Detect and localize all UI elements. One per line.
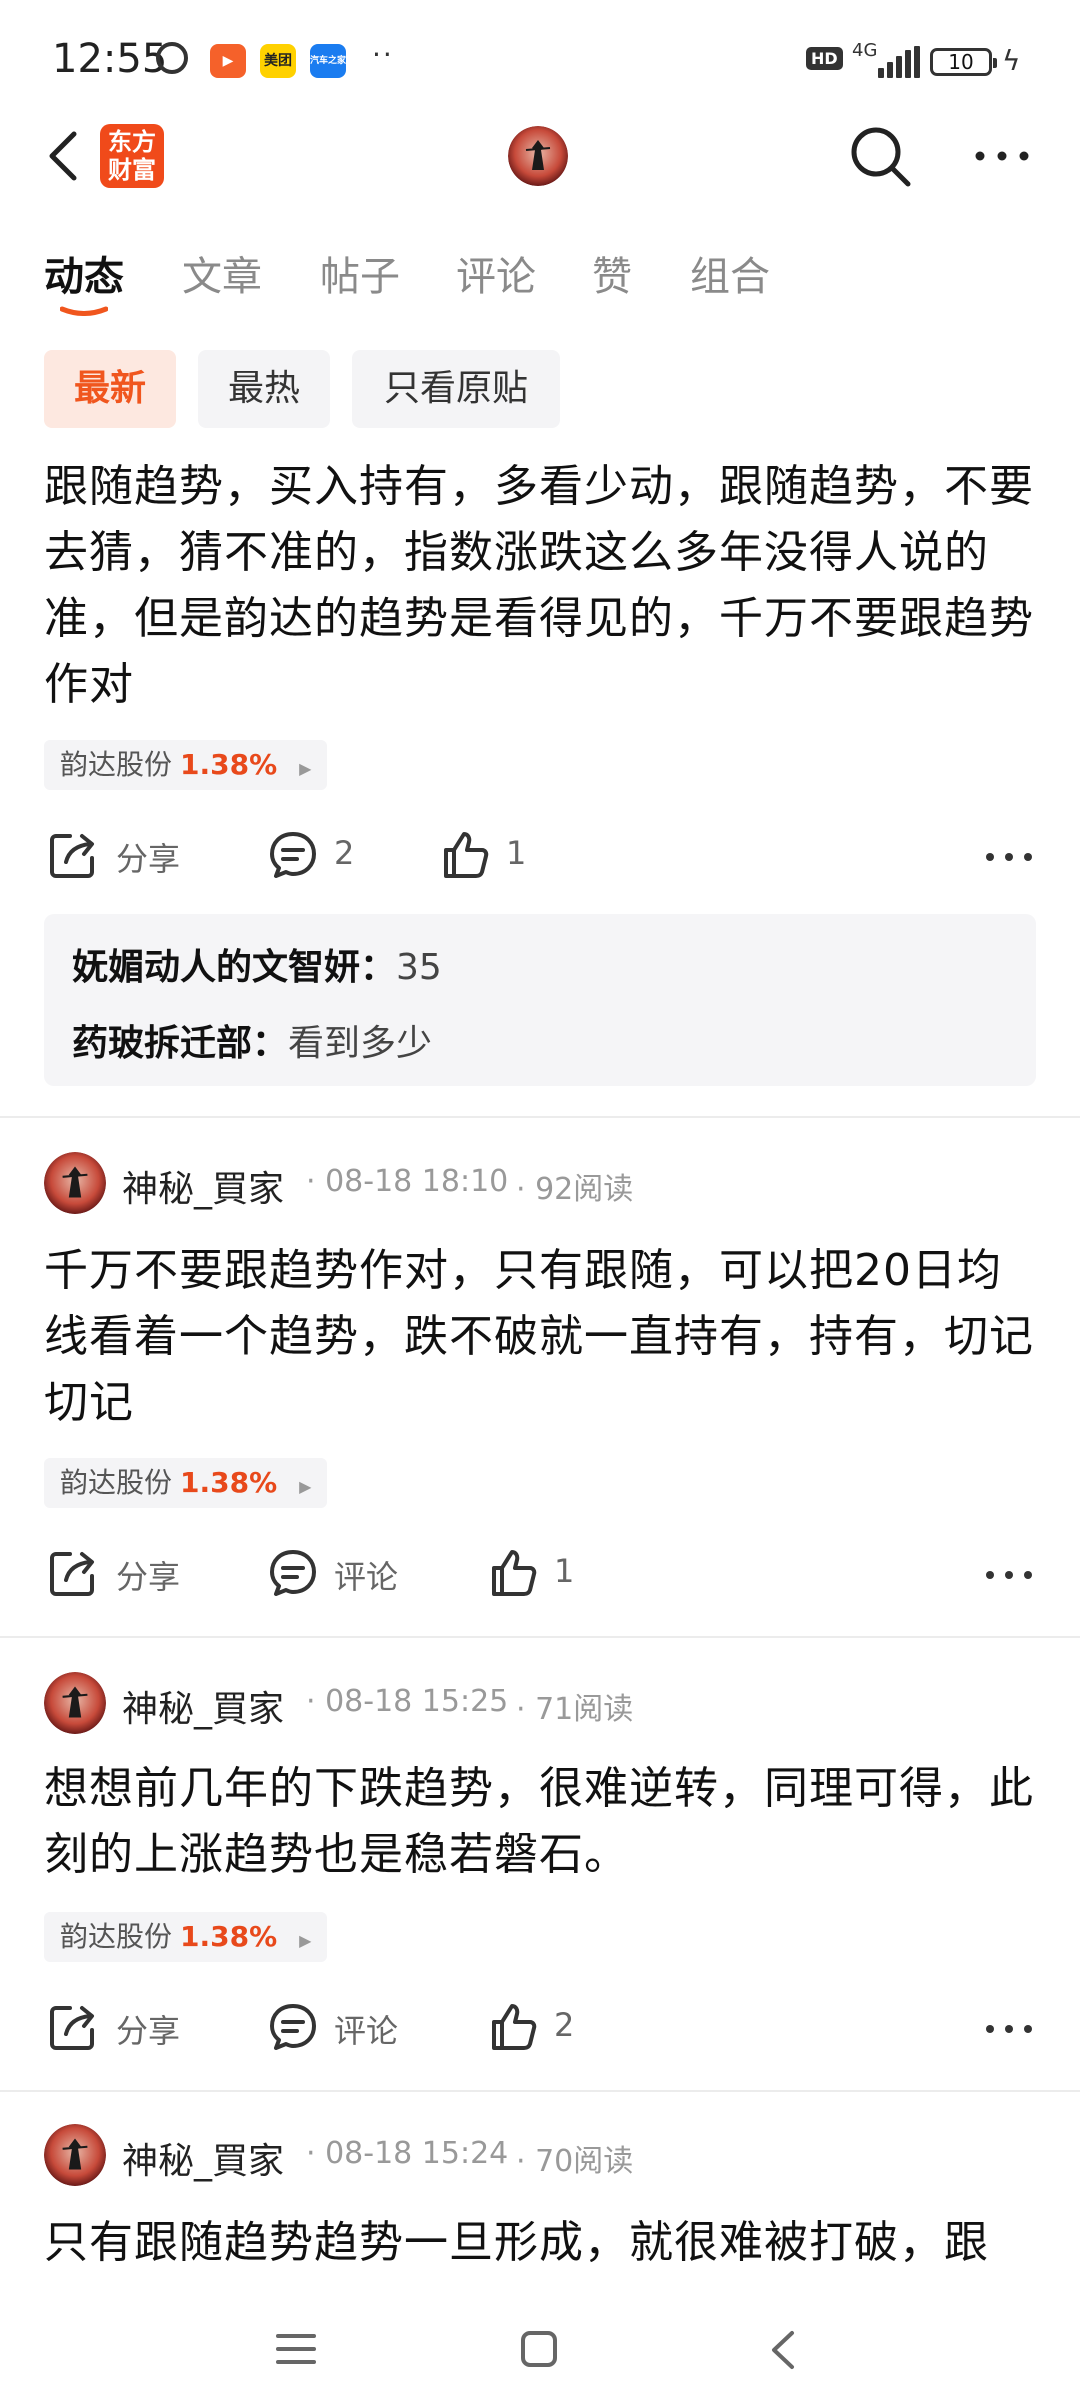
filter-original-only[interactable]: 只看原贴 xyxy=(352,350,560,428)
stock-name: 韵达股份 xyxy=(60,748,173,781)
post-more-icon[interactable] xyxy=(984,850,1034,864)
signal-icon xyxy=(878,46,920,78)
back-icon[interactable] xyxy=(770,2330,796,2370)
tab-dynamics[interactable]: 动态 xyxy=(44,244,124,302)
like-count[interactable]: 1 xyxy=(506,834,526,872)
post-reads: · 71阅读 xyxy=(516,1692,634,1727)
post-reads: · 70阅读 xyxy=(516,2144,634,2179)
hd-icon: HD xyxy=(806,47,843,70)
share-icon[interactable] xyxy=(48,1548,98,1598)
comment-label[interactable]: 评论 xyxy=(334,1552,398,1598)
post-more-icon[interactable] xyxy=(984,1568,1034,1582)
app-logo[interactable]: 东方财富 xyxy=(100,124,164,188)
share-icon[interactable] xyxy=(48,2002,98,2052)
active-tab-indicator xyxy=(60,306,108,316)
back-arrow-icon[interactable] xyxy=(40,126,90,186)
comment-count[interactable]: 2 xyxy=(334,834,354,872)
reply-user[interactable]: 妩媚动人的文智妍 xyxy=(72,947,360,988)
username[interactable]: 神秘_買家 xyxy=(122,2132,284,2184)
caret-right-icon: ▶ xyxy=(299,759,312,778)
profile-avatar[interactable] xyxy=(508,126,568,186)
more-options-icon[interactable] xyxy=(972,136,1032,176)
comment-icon[interactable] xyxy=(268,830,318,880)
tab-comments[interactable]: 评论 xyxy=(456,244,536,302)
home-icon[interactable] xyxy=(520,2330,558,2368)
status-bar: 12:55 ▶ 美团 汽车之家 ·· HD 4G 10 ϟ xyxy=(0,0,1080,120)
comment-label[interactable]: 评论 xyxy=(334,2006,398,2052)
battery-icon: 10 xyxy=(930,48,997,76)
stock-name: 韵达股份 xyxy=(60,1920,173,1953)
divider xyxy=(0,1116,1080,1118)
like-icon[interactable] xyxy=(440,830,490,880)
reply-text: 看到多少 xyxy=(288,1023,433,1064)
username[interactable]: 神秘_買家 xyxy=(122,1160,284,1212)
share-icon[interactable] xyxy=(48,830,98,880)
status-time: 12:55 xyxy=(52,36,168,82)
username[interactable]: 神秘_買家 xyxy=(122,1680,284,1732)
replies-box[interactable]: 妩媚动人的文智妍：35 药玻拆迁部：看到多少 xyxy=(44,914,1036,1086)
like-count[interactable]: 2 xyxy=(554,2006,574,2044)
charging-icon: ϟ xyxy=(1002,44,1021,77)
caret-right-icon: ▶ xyxy=(299,1477,312,1496)
system-nav-bar xyxy=(0,2270,1080,2400)
user-avatar[interactable] xyxy=(44,1672,106,1734)
stock-tag[interactable]: 韵达股份 1.38% ▶ xyxy=(44,740,328,790)
meituan-app-icon: 美团 xyxy=(260,44,296,78)
user-avatar[interactable] xyxy=(44,1152,106,1214)
stock-name: 韵达股份 xyxy=(60,1466,173,1499)
more-notifications-icon: ·· xyxy=(372,38,394,71)
tab-portfolio[interactable]: 组合 xyxy=(690,244,770,302)
reply-item[interactable]: 药玻拆迁部：看到多少 xyxy=(72,1014,432,1066)
stock-tag[interactable]: 韵达股份 1.38% ▶ xyxy=(44,1912,328,1962)
post-text[interactable]: 千万不要跟趋势作对，只有跟随，可以把20日均线看着一个趋势，跌不破就一直持有，持… xyxy=(44,1238,1034,1436)
reply-user[interactable]: 药玻拆迁部 xyxy=(72,1023,252,1064)
post-text[interactable]: 想想前几年的下跌趋势，很难逆转，同理可得，此刻的上涨趋势也是稳若磐石。 xyxy=(44,1756,1034,1888)
divider xyxy=(0,2090,1080,2092)
user-avatar[interactable] xyxy=(44,2124,106,2186)
caret-right-icon: ▶ xyxy=(299,1931,312,1950)
like-icon[interactable] xyxy=(488,2002,538,2052)
share-label[interactable]: 分享 xyxy=(116,834,180,880)
reply-text: 35 xyxy=(396,947,442,988)
autohome-app-icon: 汽车之家 xyxy=(310,44,346,78)
alarm-icon xyxy=(156,42,188,74)
post-date: · 08-18 18:10 xyxy=(306,1164,509,1199)
post-reads: · 92阅读 xyxy=(516,1172,634,1207)
stock-change: 1.38% xyxy=(180,1920,278,1953)
stock-tag[interactable]: 韵达股份 1.38% ▶ xyxy=(44,1458,328,1508)
tab-likes[interactable]: 赞 xyxy=(592,244,632,302)
share-label[interactable]: 分享 xyxy=(116,2006,180,2052)
like-count[interactable]: 1 xyxy=(554,1552,574,1590)
divider xyxy=(0,1636,1080,1638)
filter-latest[interactable]: 最新 xyxy=(44,350,176,428)
filter-hottest[interactable]: 最热 xyxy=(198,350,330,428)
tab-posts[interactable]: 帖子 xyxy=(320,244,400,302)
post-date: · 08-18 15:25 xyxy=(306,1684,509,1719)
search-icon[interactable] xyxy=(848,124,914,190)
comment-icon[interactable] xyxy=(268,2002,318,2052)
menu-icon[interactable] xyxy=(276,2332,316,2366)
post-text[interactable]: 只有跟随趋势趋势一旦形成，就很难被打破，跟 xyxy=(44,2210,1034,2270)
video-app-icon: ▶ xyxy=(210,44,246,78)
tab-articles[interactable]: 文章 xyxy=(182,244,262,302)
post-more-icon[interactable] xyxy=(984,2022,1034,2036)
post-text[interactable]: 跟随趋势，买入持有，多看少动，跟随趋势，不要去猜，猜不准的，指数涨跌这么多年没得… xyxy=(44,454,1034,718)
post-date: · 08-18 15:24 xyxy=(306,2136,509,2171)
stock-change: 1.38% xyxy=(180,748,278,781)
comment-icon[interactable] xyxy=(268,1548,318,1598)
reply-item[interactable]: 妩媚动人的文智妍：35 xyxy=(72,938,442,990)
stock-change: 1.38% xyxy=(180,1466,278,1499)
share-label[interactable]: 分享 xyxy=(116,1552,180,1598)
network-type: 4G xyxy=(852,40,878,61)
like-icon[interactable] xyxy=(488,1548,538,1598)
